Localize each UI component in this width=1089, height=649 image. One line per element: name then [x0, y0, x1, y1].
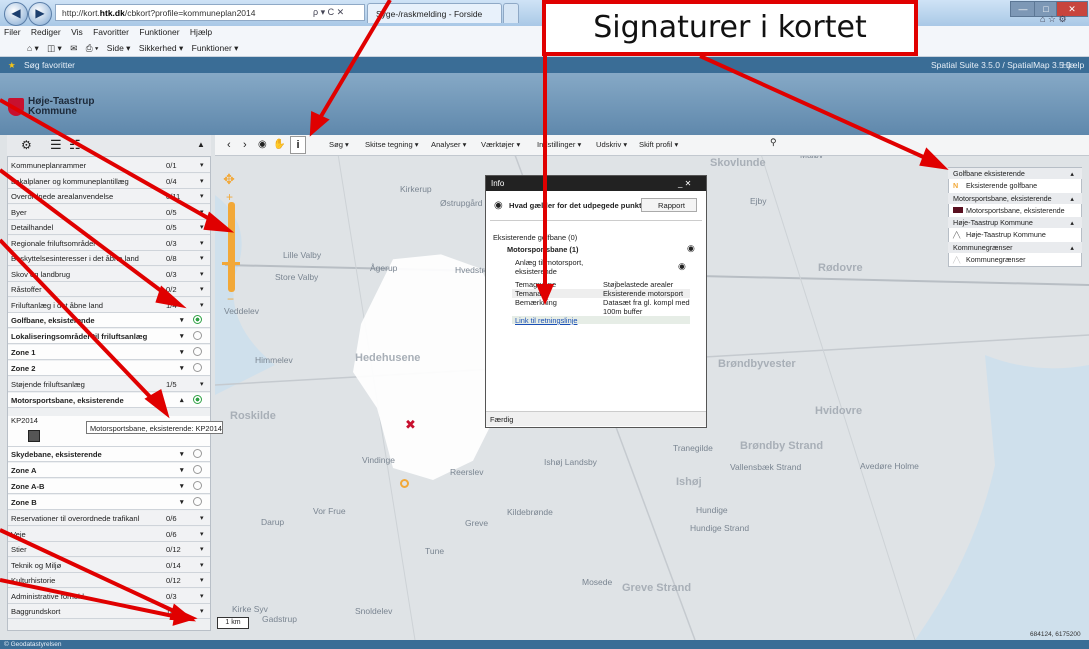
arrow-info-tool-head	[309, 110, 330, 137]
coordinate-readout: 684124, 6175200	[1030, 631, 1081, 638]
arrow-baggrund2-head	[169, 603, 197, 622]
arrow-motorsport	[0, 238, 157, 404]
status-bar: © Geodatastyrelsen	[0, 640, 1089, 649]
annotation-arrows	[0, 0, 949, 626]
arrow-legend	[699, 54, 931, 162]
arrow-zoom	[0, 98, 216, 224]
arrow-raastoffer-head	[155, 285, 187, 309]
arrow-infobox-head	[535, 284, 555, 306]
arrow-zoom-head	[203, 211, 235, 233]
arrow-raastoffer	[0, 168, 170, 298]
arrow-motorsport-head	[144, 388, 170, 419]
arrow-legend-head	[919, 147, 949, 170]
arrow-info-tool	[318, 0, 392, 120]
arrow-baggrund2	[0, 528, 179, 615]
scale-bar: 1 km	[217, 617, 249, 629]
copyright: © Geodatastyrelsen	[4, 641, 62, 648]
